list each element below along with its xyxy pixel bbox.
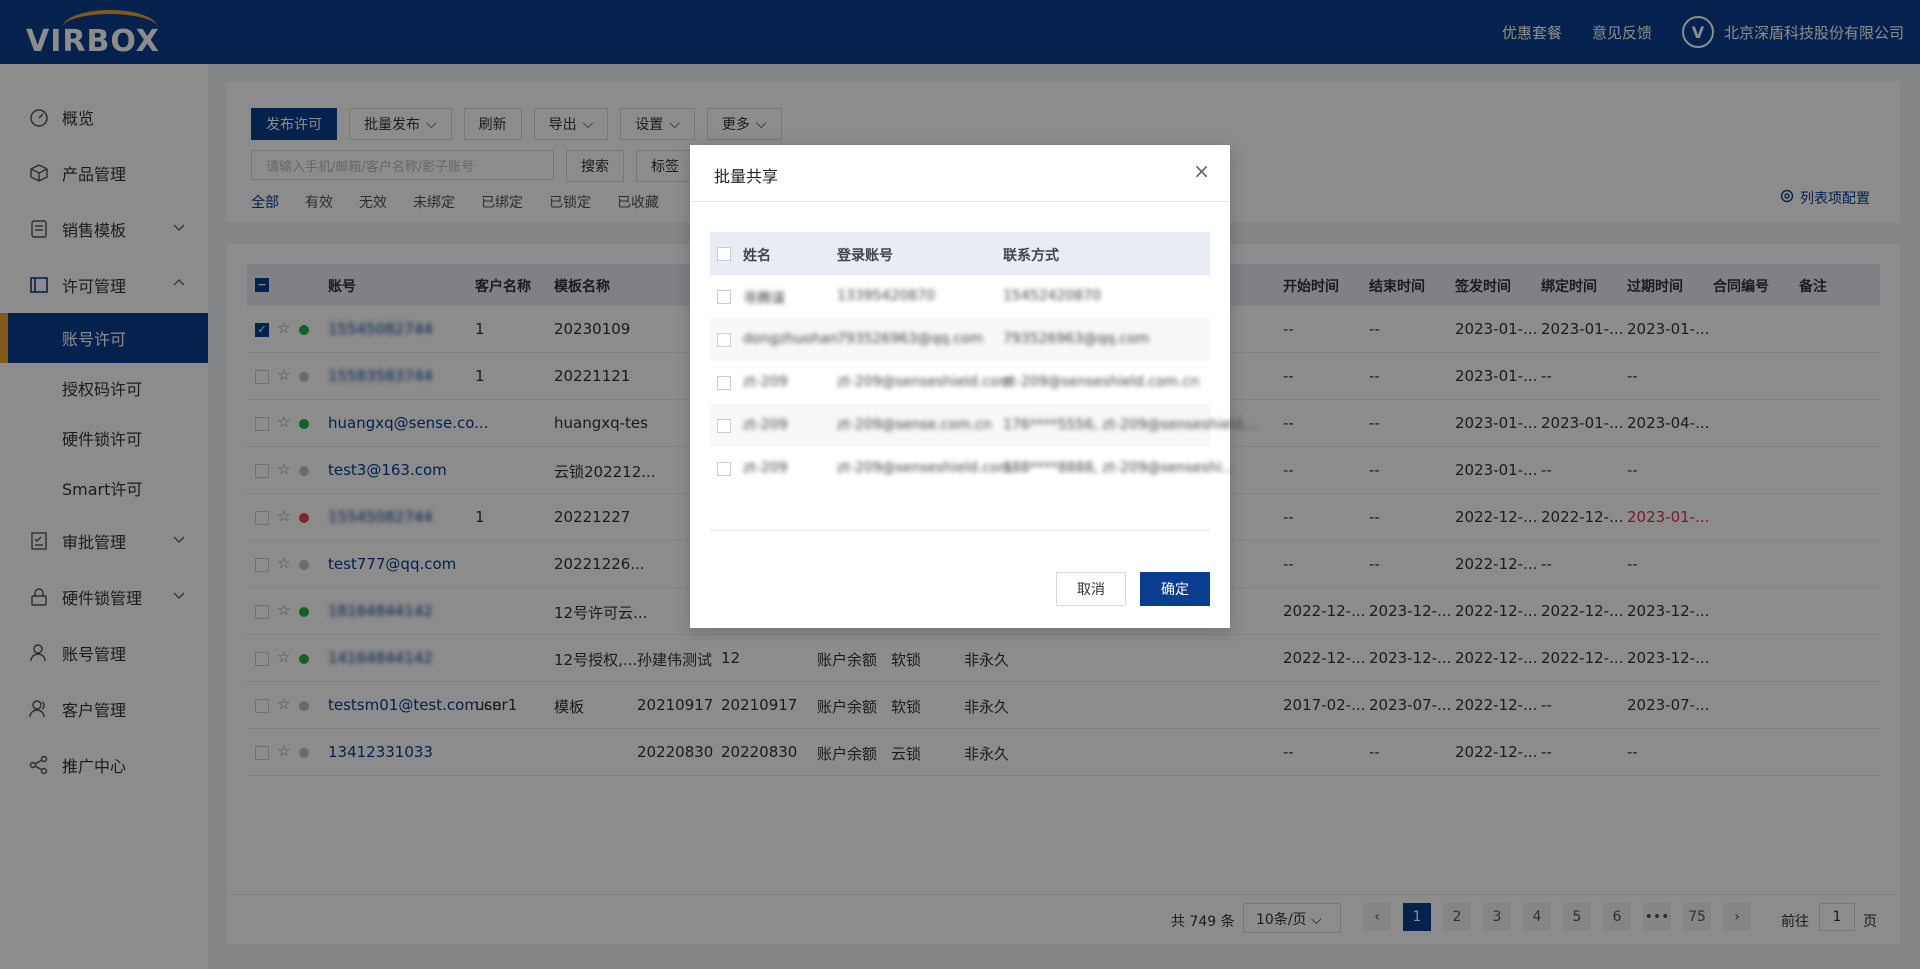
dh-login: 登录账号 (837, 248, 893, 264)
dialog-select-all-checkbox[interactable] (717, 247, 731, 261)
cancel-button[interactable]: 取消 (1056, 572, 1126, 606)
dh-name: 姓名 (743, 248, 771, 264)
dialog-table-row[interactable]: dongzhuohan 793526963@qq.com 793526963@qq.… (710, 318, 1210, 361)
dialog-cell-login: zt-209@senseshield.com (837, 460, 1013, 476)
dialog-table-header: 姓名 登录账号 联系方式 (710, 232, 1210, 275)
dialog-table-row[interactable]: zt-209 zt-209@sense.com.cn 176****5556, zt… (710, 404, 1256, 447)
dialog-cell-name: 寻腾谋 (743, 291, 785, 307)
dialog-title: 批量共享 (714, 167, 779, 186)
dialog-cell-name: zt-209 (743, 460, 788, 476)
dialog-cell-contact: 793526963@qq.com (1003, 331, 1150, 347)
dialog-table-row[interactable]: zt-209 zt-209@senseshield.com zt-209@sense… (710, 361, 1210, 404)
dialog-divider (710, 530, 1210, 531)
dialog-cell-login: zt-209@sense.com.cn (837, 417, 992, 433)
dialog-cell-name: zt-209 (743, 374, 788, 390)
dialog-row-checkbox[interactable] (717, 376, 731, 390)
dialog-cell-name: zt-209 (743, 417, 788, 433)
dialog-row-checkbox[interactable] (717, 333, 731, 347)
dialog-cell-login: zt-209@senseshield.com (837, 374, 1013, 390)
dialog-table-row[interactable]: zt-209 zt-209@senseshield.com 188****8888,… (710, 447, 1235, 490)
dialog-row-checkbox[interactable] (717, 419, 731, 433)
dh-contact: 联系方式 (1003, 248, 1059, 264)
confirm-button[interactable]: 确定 (1140, 572, 1210, 606)
dialog-cell-contact: 15452420870 (1003, 288, 1101, 304)
dialog-cell-login: 793526963@qq.com (837, 331, 984, 347)
dialog-row-checkbox[interactable] (717, 290, 731, 304)
close-icon[interactable]: × (1193, 159, 1210, 183)
dialog-cell-contact: 188****8888, zt-209@senseshi... (1003, 460, 1235, 476)
dialog-table-row[interactable]: 寻腾谋 13395420870 15452420870 (710, 275, 1210, 318)
dialog-cell-contact: 176****5556, zt-209@senseshield... (1003, 417, 1257, 433)
batch-share-dialog: 批量共享 × 姓名 登录账号 联系方式 寻腾谋 13395420870 154524… (690, 145, 1256, 628)
dialog-cell-contact: zt-209@senseshield.com.cn (1003, 374, 1200, 390)
dialog-row-checkbox[interactable] (717, 462, 731, 476)
dialog-cell-name: dongzhuohan (743, 331, 839, 347)
dialog-cell-login: 13395420870 (837, 288, 935, 304)
